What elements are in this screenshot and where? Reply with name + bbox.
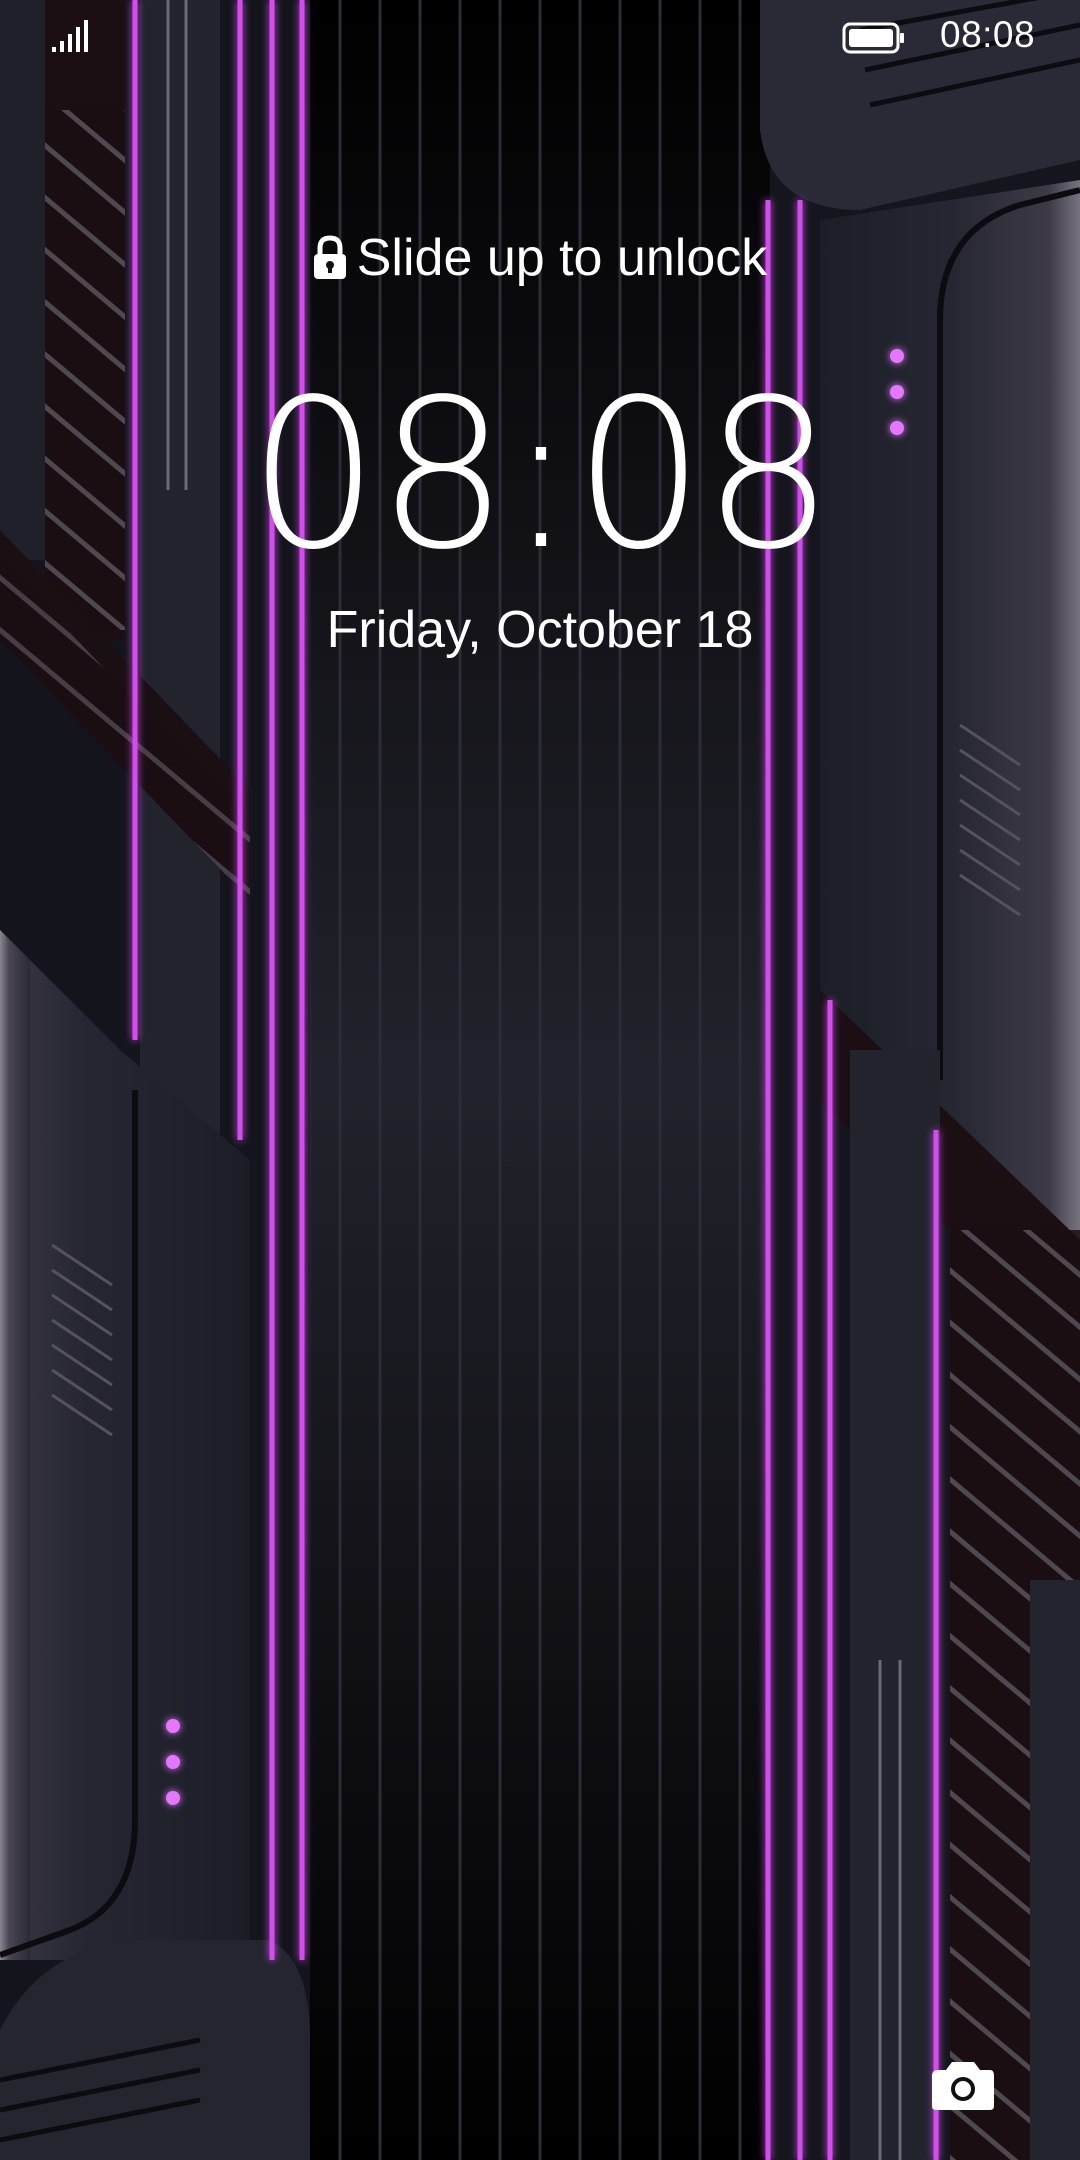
status-bar: 08:08 — [0, 0, 1080, 80]
lock-icon — [313, 235, 346, 279]
lockscreen-clock: 08:08 — [248, 355, 834, 595]
lockscreen-date: Friday, October 18 — [326, 601, 754, 659]
unlock-hint[interactable]: Slide up to unlock — [0, 228, 1080, 288]
unlock-hint-label: Slide up to unlock — [356, 229, 768, 287]
battery-icon — [842, 22, 904, 54]
camera-icon[interactable] — [930, 2058, 996, 2112]
signal-icon — [52, 20, 88, 52]
status-bar-time: 08:08 — [940, 14, 1036, 55]
lockscreen-wallpaper — [0, 0, 1080, 2160]
